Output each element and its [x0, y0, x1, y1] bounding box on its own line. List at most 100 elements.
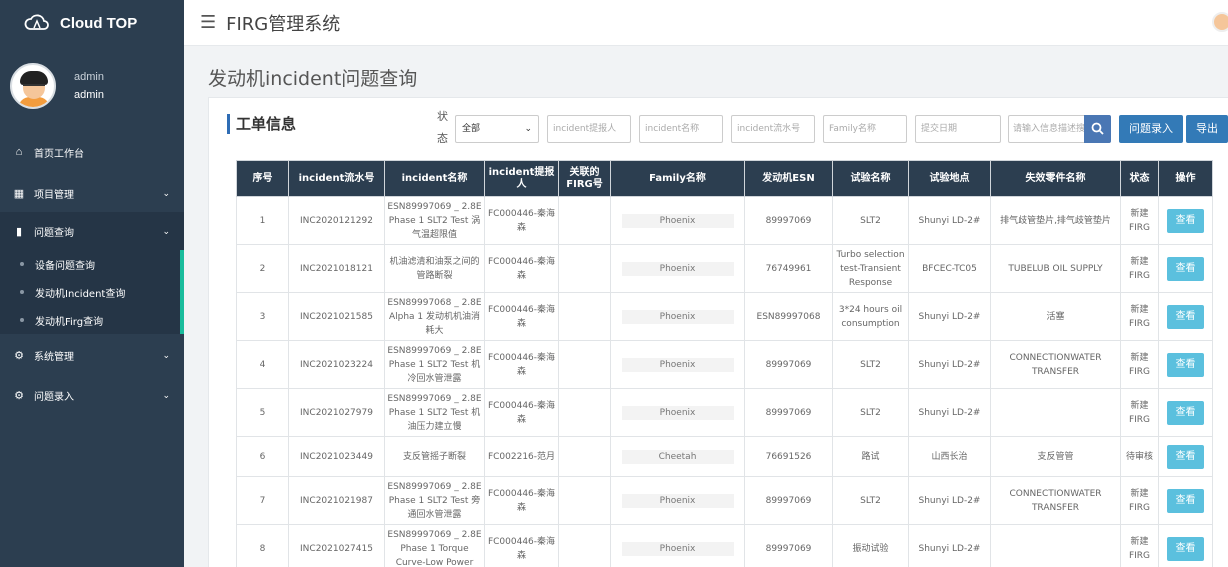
gears-icon: ⚙ — [14, 389, 24, 402]
table-cell — [558, 244, 611, 293]
table-cell: 89997069 — [744, 196, 833, 245]
table-cell: 路试 — [832, 436, 909, 477]
table-cell — [990, 524, 1121, 567]
table-cell: 6 — [236, 436, 289, 477]
table-cell: 新建FIRG — [1120, 524, 1159, 567]
view-button[interactable]: 查看 — [1167, 444, 1204, 469]
table-cell: INC2021023449 — [288, 436, 385, 477]
sidebar-menu: ⌂ 首页工作台 ▦ 项目管理 ⌄ ▮ 问题查询 ⌄ 设备问题查询 发动机Inci… — [0, 130, 184, 414]
table-cell: FC002216-范月 — [484, 436, 559, 477]
table-cell — [558, 524, 611, 567]
brand[interactable]: Cloud TOP — [0, 0, 184, 46]
column-header: 序号 — [236, 160, 289, 197]
view-button[interactable]: 查看 — [1167, 536, 1204, 561]
column-header: 操作 — [1158, 160, 1213, 197]
sidebar-subitem-incident[interactable]: 发动机Incident查询 — [0, 278, 180, 306]
date-input[interactable]: 提交日期 — [915, 115, 1001, 143]
table-cell: 89997069 — [744, 388, 833, 437]
table-cell: FC000446-秦海森 — [484, 476, 559, 525]
table-cell — [558, 436, 611, 477]
table-cell: 76691526 — [744, 436, 833, 477]
table-cell: 1 — [236, 196, 289, 245]
action-cell: 查看 — [1158, 196, 1213, 245]
table-cell: Shunyi LD-2# — [908, 340, 991, 389]
sidebar-item-label: 首页工作台 — [34, 148, 84, 160]
family-cell: Phoenix — [610, 244, 745, 293]
view-button[interactable]: 查看 — [1167, 488, 1204, 513]
bullet-icon — [20, 318, 24, 322]
table-cell: INC2021021987 — [288, 476, 385, 525]
table-cell: 7 — [236, 476, 289, 525]
sidebar-subitem-firg[interactable]: 发动机Firg查询 — [0, 306, 180, 334]
sidebar-item-project[interactable]: ▦ 项目管理 ⌄ — [0, 174, 184, 212]
status-select-value: 全部 — [462, 124, 481, 134]
view-button[interactable]: 查看 — [1167, 400, 1204, 425]
sidebar-item-label: 问题录入 — [34, 391, 74, 403]
table-cell: BFCEC-TC05 — [908, 244, 991, 293]
table-cell: ESN89997069 _ 2.8E Phase 1 SLT2 Test 机油压… — [384, 388, 485, 437]
table-cell: INC2021018121 — [288, 244, 385, 293]
table-cell: ESN89997068 _ 2.8E Alpha 1 发动机机油消耗大 — [384, 292, 485, 341]
avatar[interactable] — [10, 63, 56, 109]
family-name: Phoenix — [621, 309, 734, 324]
family-cell: Cheetah — [610, 436, 745, 477]
sidebar-item-label: 问题查询 — [34, 227, 74, 239]
table-cell: Shunyi LD-2# — [908, 476, 991, 525]
table-cell: ESN89997068 — [744, 292, 833, 341]
family-input[interactable]: Family名称 — [823, 115, 907, 143]
add-problem-button[interactable]: 问题录入 — [1119, 115, 1183, 143]
table-cell: INC2021027415 — [288, 524, 385, 567]
reporter-input[interactable]: incident提报人 — [547, 115, 631, 143]
table-header-row: 序号 incident流水号 incident名称 incident提报人 关联的FIR… — [236, 160, 1213, 197]
sidebar: Cloud TOP admin admin ⌂ 首页工作台 ▦ 项目管理 ⌄ ▮… — [0, 0, 184, 567]
family-cell: Phoenix — [610, 196, 745, 245]
view-button[interactable]: 查看 — [1167, 352, 1204, 377]
table-cell: 新建FIRG — [1120, 292, 1159, 341]
view-button[interactable]: 查看 — [1167, 304, 1204, 329]
table-cell: 89997069 — [744, 524, 833, 567]
sidebar-item-system[interactable]: ⚙ 系统管理 ⌄ — [0, 334, 184, 376]
sidebar-subitem-device[interactable]: 设备问题查询 — [0, 250, 180, 278]
header-avatar[interactable] — [1212, 12, 1228, 32]
user-profile: admin admin — [0, 46, 184, 126]
sidebar-item-home[interactable]: ⌂ 首页工作台 — [0, 130, 184, 174]
incident-name-input[interactable]: incident名称 — [639, 115, 723, 143]
column-header: 发动机ESN — [744, 160, 833, 197]
hamburger-menu-icon[interactable]: ☰ — [200, 12, 216, 33]
sidebar-item-entry[interactable]: ⚙ 问题录入 ⌄ — [0, 376, 184, 414]
table-row: 1 INC2020121292 ESN89997069 _ 2.8E Phase 1… — [236, 196, 1213, 245]
export-button[interactable]: 导出 — [1186, 115, 1228, 143]
view-button[interactable]: 查看 — [1167, 256, 1204, 281]
family-name: Phoenix — [621, 213, 734, 228]
family-name: Phoenix — [621, 261, 734, 276]
table-cell: 3*24 hours oil consumption — [832, 292, 909, 341]
table-cell — [558, 388, 611, 437]
table-cell: 新建FIRG — [1120, 244, 1159, 293]
table-cell: FC000446-秦海森 — [484, 524, 559, 567]
table-cell: 机油滤清和油泵之间的管路断裂 — [384, 244, 485, 293]
status-select[interactable]: 全部 ⌄ — [455, 115, 539, 143]
submenu-problem: 设备问题查询 发动机Incident查询 发动机Firg查询 — [0, 250, 184, 334]
table-cell: 新建FIRG — [1120, 388, 1159, 437]
search-button[interactable] — [1084, 115, 1111, 143]
family-cell: Phoenix — [610, 388, 745, 437]
comment-icon: ▮ — [15, 225, 23, 238]
table-cell: INC2021023224 — [288, 340, 385, 389]
family-name: Phoenix — [621, 405, 734, 420]
table-cell: Shunyi LD-2# — [908, 292, 991, 341]
table-cell: 排气歧管垫片,排气歧管垫片 — [990, 196, 1121, 245]
bullet-icon — [20, 262, 24, 266]
cloud-logo-icon — [24, 14, 49, 30]
work-order-panel: 工单信息 状态 全部 ⌄ incident提报人 incident名称 inci… — [208, 97, 1228, 567]
table-cell: 新建FIRG — [1120, 196, 1159, 245]
action-cell: 查看 — [1158, 340, 1213, 389]
sidebar-item-problem[interactable]: ▮ 问题查询 ⌄ — [0, 212, 184, 250]
action-cell: 查看 — [1158, 524, 1213, 567]
view-button[interactable]: 查看 — [1167, 208, 1204, 233]
table-row: 5 INC2021027979 ESN89997069 _ 2.8E Phase 1… — [236, 388, 1213, 437]
table-cell: ESN89997069 _ 2.8E Phase 1 SLT2 Test 旁通回… — [384, 476, 485, 525]
gears-icon: ⚙ — [14, 349, 24, 362]
serial-input[interactable]: incident流水号 — [731, 115, 815, 143]
table-cell: CONNECTIONWATER TRANSFER — [990, 340, 1121, 389]
family-name: Phoenix — [621, 493, 734, 508]
